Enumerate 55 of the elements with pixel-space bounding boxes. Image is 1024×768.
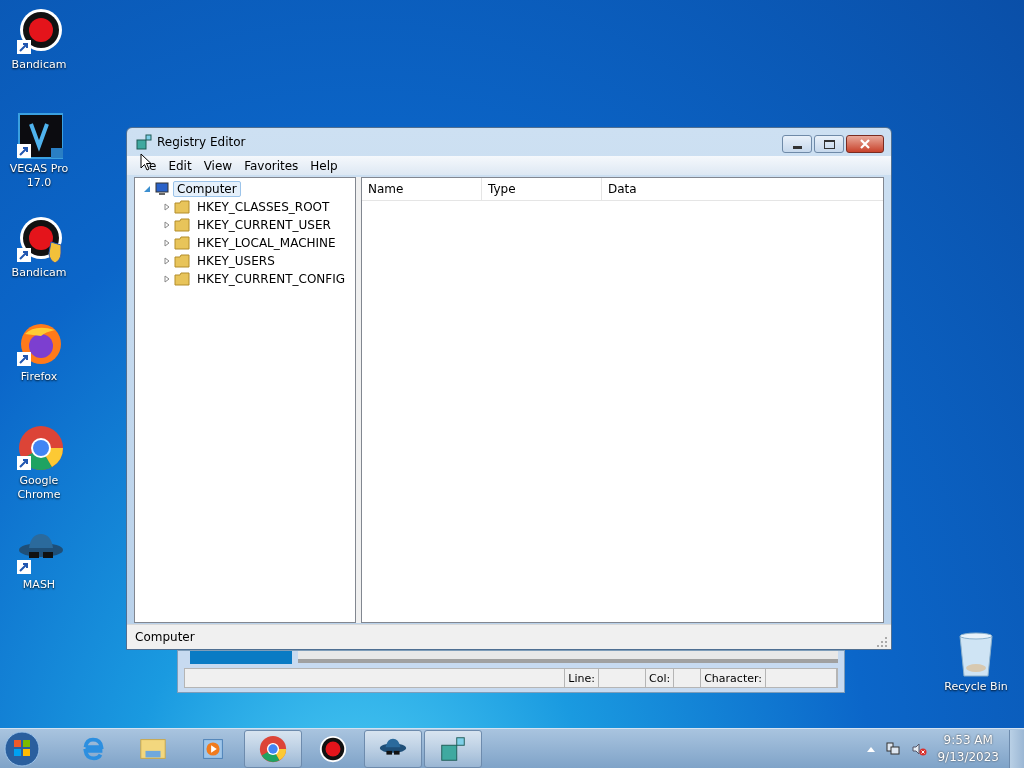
desktop-icon-label[interactable]: Google Chrome (4, 474, 74, 502)
taskbar-button[interactable] (364, 729, 422, 768)
expander-icon[interactable] (163, 203, 171, 211)
maximize-button[interactable] (814, 135, 844, 153)
record-icon[interactable] (15, 216, 63, 264)
window-title: Registry Editor (157, 135, 246, 149)
folder-icon (174, 235, 190, 251)
column-header[interactable]: Type (482, 178, 602, 200)
resize-grip-icon[interactable] (877, 637, 887, 647)
expander-icon[interactable] (163, 257, 171, 265)
close-icon (860, 139, 870, 149)
record-icon[interactable] (15, 8, 63, 56)
desktop-icon-label[interactable]: MASH (22, 578, 56, 592)
desktop-icon-label[interactable]: Bandicam (11, 266, 67, 280)
record-icon (318, 733, 348, 764)
status-label: Col: (646, 669, 675, 687)
show-hidden-icons-icon[interactable] (867, 745, 876, 752)
menu-item[interactable]: Edit (162, 158, 198, 173)
folder-icon (174, 217, 190, 233)
status-text: Computer (135, 630, 195, 644)
status-label: Character: (701, 669, 766, 687)
scrollbar[interactable] (298, 651, 838, 663)
status-label: Line: (565, 669, 599, 687)
expander-icon[interactable] (163, 221, 171, 229)
desktop-icon-label[interactable]: Bandicam (11, 58, 67, 72)
menu-item[interactable]: Help (304, 158, 344, 173)
tree-item[interactable]: HKEY_USERS (193, 253, 279, 269)
show-desktop-button[interactable] (1009, 729, 1024, 768)
desktop-icon-label[interactable]: Firefox (20, 370, 58, 384)
tree-item[interactable]: HKEY_LOCAL_MACHINE (193, 235, 340, 251)
tree-item[interactable]: Computer (173, 181, 241, 197)
chrome-icon (258, 733, 288, 764)
folder-icon (174, 199, 190, 215)
start-button[interactable] (4, 730, 40, 767)
chrome-icon[interactable] (15, 424, 63, 472)
menu-item[interactable]: View (197, 158, 239, 173)
minimize-button[interactable] (782, 135, 812, 153)
desktop-icon-label[interactable]: VEGAS Pro 17.0 (4, 162, 74, 190)
folder-icon (174, 271, 190, 287)
column-header[interactable]: Data (602, 178, 883, 200)
tree-item[interactable]: HKEY_CURRENT_CONFIG (193, 271, 350, 287)
expander-icon[interactable] (143, 185, 151, 193)
tree-item[interactable]: HKEY_CLASSES_ROOT (193, 199, 334, 215)
cubes-icon (136, 134, 152, 150)
computer-icon (154, 181, 170, 197)
folder-icon (174, 253, 190, 269)
column-header[interactable]: Name (362, 178, 482, 200)
menu-item[interactable]: Favorites (238, 158, 305, 173)
desktop-icon-label[interactable]: Recycle Bin (944, 680, 1008, 694)
tree-item[interactable]: HKEY_CURRENT_USER (193, 217, 335, 233)
expander-icon[interactable] (163, 239, 171, 247)
close-button[interactable] (846, 135, 884, 153)
expander-icon[interactable] (163, 275, 171, 283)
letter-tile-icon[interactable] (15, 112, 63, 160)
network-icon[interactable] (885, 740, 902, 757)
